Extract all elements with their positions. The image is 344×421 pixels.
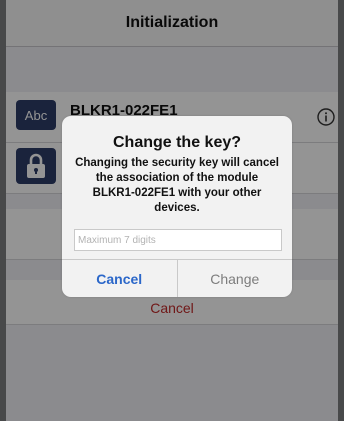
key-input[interactable]	[74, 229, 282, 251]
change-button[interactable]: Change	[178, 260, 293, 297]
cancel-button[interactable]: Cancel	[62, 260, 178, 297]
alert-message: Changing the security key will cancel th…	[75, 157, 279, 214]
alert-button-bar: Cancel Change	[62, 259, 292, 297]
alert-title: Change the key?	[112, 134, 242, 151]
change-key-alert: Change the key? Changing the security ke…	[62, 116, 292, 297]
